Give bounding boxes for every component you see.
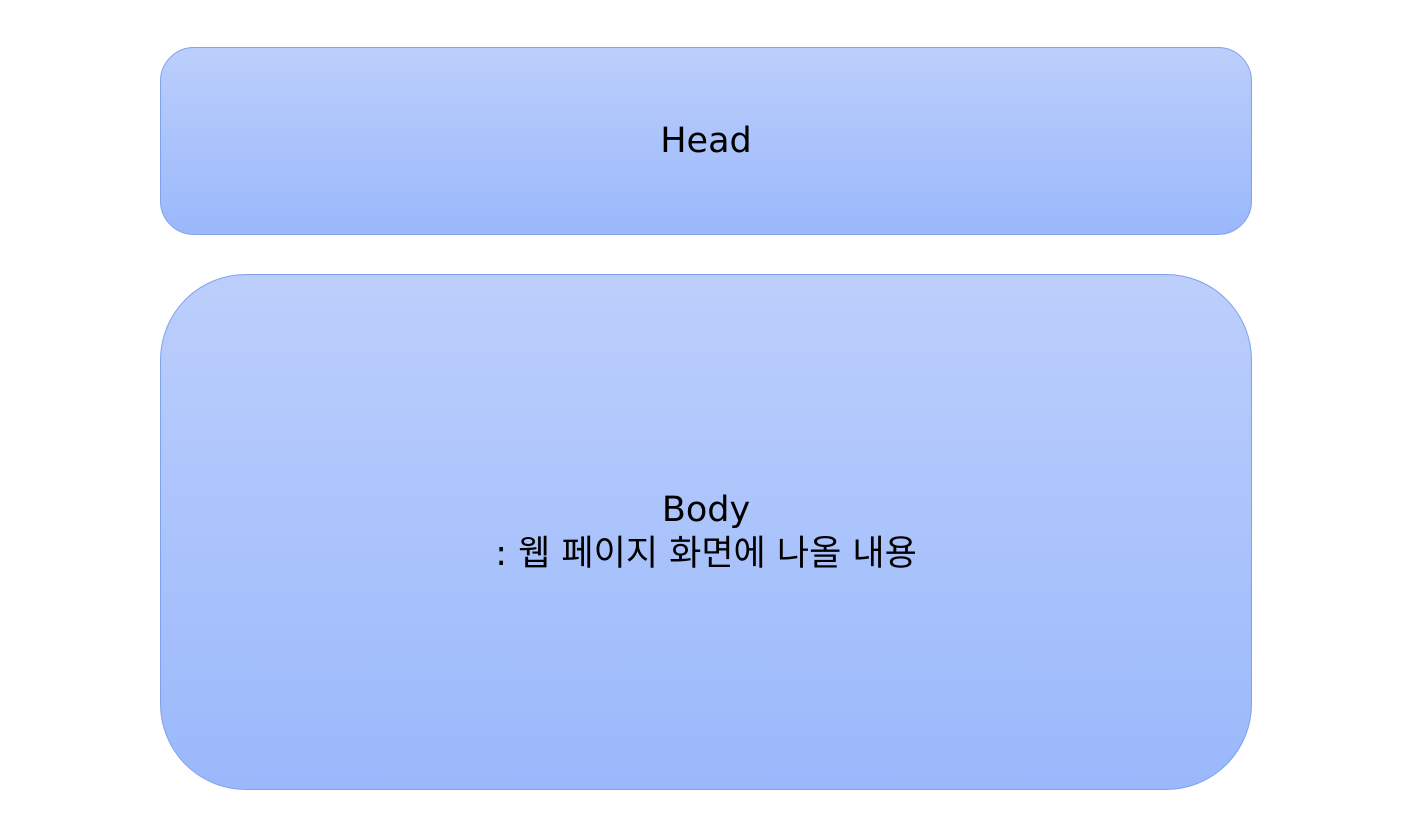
body-label: Body (661, 490, 751, 530)
head-label: Head (660, 121, 752, 161)
body-description: : 웹 페이지 화면에 나올 내용 (495, 534, 917, 574)
head-box: Head (160, 47, 1252, 235)
body-box: Body : 웹 페이지 화면에 나올 내용 (160, 274, 1252, 790)
